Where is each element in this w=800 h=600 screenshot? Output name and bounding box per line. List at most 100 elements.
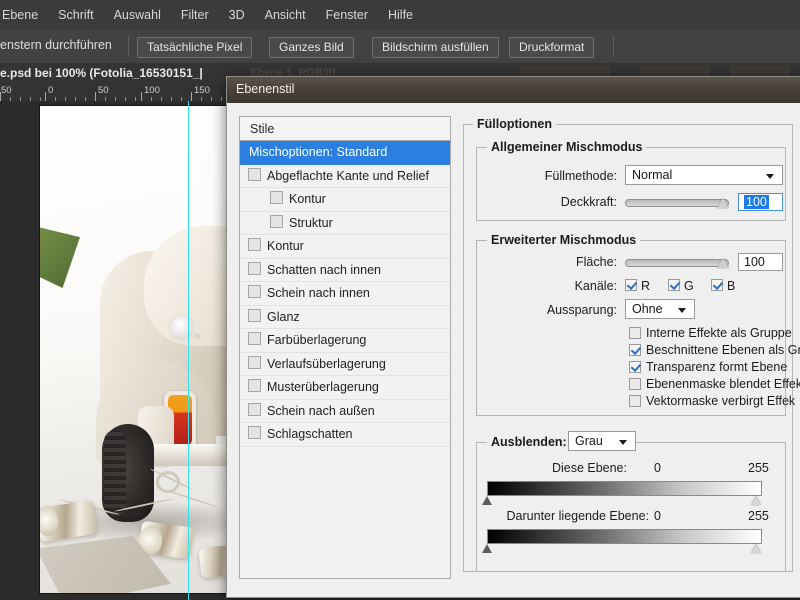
transparency-shapes-layer-checkbox[interactable] (629, 361, 641, 373)
style-item-color-overlay[interactable]: Farbüberlagerung (240, 329, 450, 353)
tool-options-bar: enstern durchführen Tatsächliche Pixel G… (0, 30, 800, 64)
underlying-layer-label: Darunter liegende Ebene: (506, 509, 649, 523)
this-layer-max-value: 255 (748, 461, 769, 475)
style-item-label: Abgeflachte Kante und Relief (267, 168, 429, 183)
dialog-titlebar[interactable]: Ebenenstil (227, 77, 800, 104)
dialog-title: Ebenenstil (236, 82, 295, 96)
chevron-down-icon[interactable] (619, 440, 627, 445)
canvas-guide-line-extension[interactable] (188, 101, 189, 600)
styles-list[interactable]: Mischoptionen: Standard Abgeflachte Kant… (239, 140, 451, 579)
style-item-outer-glow[interactable]: Schein nach außen (240, 400, 450, 423)
opacity-slider[interactable] (625, 199, 729, 207)
horizontal-ruler: 50 0 50 100 150 (0, 85, 232, 102)
layer-style-dialog[interactable]: Ebenenstil Stile Mischoptionen: Standard… (226, 76, 800, 598)
menu-item-ansicht[interactable]: Ansicht (255, 0, 316, 30)
menu-item-filter[interactable]: Filter (171, 0, 219, 30)
style-item-label: Glanz (267, 309, 300, 324)
print-size-button[interactable]: Druckformat (509, 37, 595, 58)
inner-effects-group-checkbox[interactable] (629, 327, 641, 339)
this-layer-white-slider[interactable] (751, 496, 761, 505)
style-checkbox-icon[interactable] (248, 332, 261, 345)
menu-item-3d[interactable]: 3D (219, 0, 255, 30)
style-item-label: Struktur (289, 215, 333, 230)
channel-b-checkbox[interactable] (711, 279, 723, 291)
style-item-contour[interactable]: Kontur (240, 188, 450, 212)
chevron-down-icon[interactable] (766, 174, 774, 179)
layer-mask-hides-effects-checkbox[interactable] (629, 378, 641, 390)
opacity-value: 100 (744, 195, 769, 209)
channel-r-checkbox[interactable] (625, 279, 637, 291)
style-checkbox-icon[interactable] (248, 261, 261, 275)
options-bar-separator-2 (613, 36, 614, 57)
fill-options-legend: Fülloptionen (473, 117, 556, 131)
photo-can-3 (198, 543, 226, 579)
style-item-label: Kontur (267, 239, 304, 253)
knockout-label: Aussparung: (546, 303, 617, 317)
style-item-drop-shadow[interactable]: Schlagschatten (240, 423, 450, 447)
vector-mask-hides-effects-label: Vektormaske verbirgt Effek (646, 394, 796, 408)
style-checkbox-icon[interactable] (248, 426, 261, 439)
channel-g-checkbox[interactable] (668, 279, 680, 291)
style-item-inner-glow[interactable]: Schein nach innen (240, 282, 450, 306)
fill-screen-button[interactable]: Bildschirm ausfüllen (372, 37, 499, 58)
style-checkbox-icon[interactable] (248, 285, 261, 298)
style-item-label: Schatten nach innen (267, 262, 381, 277)
opacity-input[interactable]: 100 (738, 193, 783, 211)
style-item-texture[interactable]: Struktur (240, 212, 450, 235)
fit-screen-button[interactable]: Ganzes Bild (269, 37, 354, 58)
style-item-satin[interactable]: Glanz (240, 306, 450, 329)
menu-item-schrift[interactable]: Schrift (48, 0, 103, 30)
actual-pixels-button[interactable]: Tatsächliche Pixel (137, 37, 253, 58)
ruler-label-1: 0 (48, 85, 54, 96)
style-checkbox-icon[interactable] (248, 308, 261, 322)
underlying-layer-max-value: 255 (748, 509, 769, 523)
blend-mode-select[interactable]: Normal (625, 165, 783, 185)
layer-mask-hides-effects-label: Ebenenmaske blendet Effek (646, 377, 800, 391)
menu-item-ebene[interactable]: Ebene (0, 0, 48, 30)
ruler-label-4: 150 (194, 85, 210, 96)
document-tab-title[interactable]: e.psd bei 100% (Fotolia_16530151_| (0, 66, 203, 80)
underlying-layer-gradient-bar[interactable] (487, 529, 762, 544)
vector-mask-hides-effects-checkbox[interactable] (629, 395, 641, 407)
style-checkbox-icon[interactable] (270, 191, 283, 204)
style-checkbox-icon[interactable] (248, 238, 261, 251)
style-item-bevel-emboss[interactable]: Abgeflachte Kante und Relief (240, 165, 450, 188)
fill-opacity-slider-knob[interactable] (717, 258, 729, 268)
style-item-label: Verlaufsüberlagerung (267, 356, 386, 371)
canvas-area[interactable] (0, 101, 232, 600)
chevron-down-icon[interactable] (678, 308, 686, 313)
transparency-shapes-layer-label: Transparenz formt Ebene (646, 360, 788, 374)
clipped-layers-group-checkbox[interactable] (629, 344, 641, 356)
opacity-slider-knob[interactable] (717, 198, 729, 208)
style-checkbox-icon[interactable] (248, 355, 261, 369)
this-layer-min-value: 0 (654, 461, 661, 475)
menu-item-fenster[interactable]: Fenster (316, 0, 378, 30)
document-canvas[interactable] (40, 106, 226, 593)
fill-opacity-input[interactable]: 100 (738, 253, 783, 271)
style-item-blending-options[interactable]: Mischoptionen: Standard (240, 141, 450, 165)
style-checkbox-icon[interactable] (248, 379, 261, 392)
style-checkbox-icon[interactable] (270, 214, 283, 228)
style-checkbox-icon[interactable] (248, 167, 261, 181)
style-item-inner-shadow[interactable]: Schatten nach innen (240, 259, 450, 282)
style-item-gradient-overlay[interactable]: Verlaufsüberlagerung (240, 353, 450, 376)
photo-side-mirror (168, 314, 196, 342)
underlying-layer-black-slider[interactable] (482, 544, 492, 553)
style-checkbox-icon[interactable] (248, 402, 261, 416)
menu-item-auswahl[interactable]: Auswahl (104, 0, 171, 30)
fill-opacity-slider[interactable] (625, 259, 729, 267)
blend-if-legend: Ausblenden: (487, 435, 571, 449)
menu-item-hilfe[interactable]: Hilfe (378, 0, 423, 30)
style-item-stroke[interactable]: Kontur (240, 235, 450, 259)
ruler-label-0: 50 (1, 85, 12, 96)
style-item-pattern-overlay[interactable]: Musterüberlagerung (240, 376, 450, 400)
blend-if-channel-select[interactable]: Grau (568, 431, 636, 451)
knockout-select[interactable]: Ohne (625, 299, 695, 319)
underlying-layer-min-value: 0 (654, 509, 661, 523)
underlying-layer-white-slider[interactable] (751, 544, 761, 553)
style-item-label: Schein nach außen (267, 403, 375, 418)
styles-header: Stile (239, 116, 451, 141)
this-layer-black-slider[interactable] (482, 496, 492, 505)
this-layer-gradient-bar[interactable] (487, 481, 762, 496)
ruler-label-3: 100 (144, 85, 160, 96)
